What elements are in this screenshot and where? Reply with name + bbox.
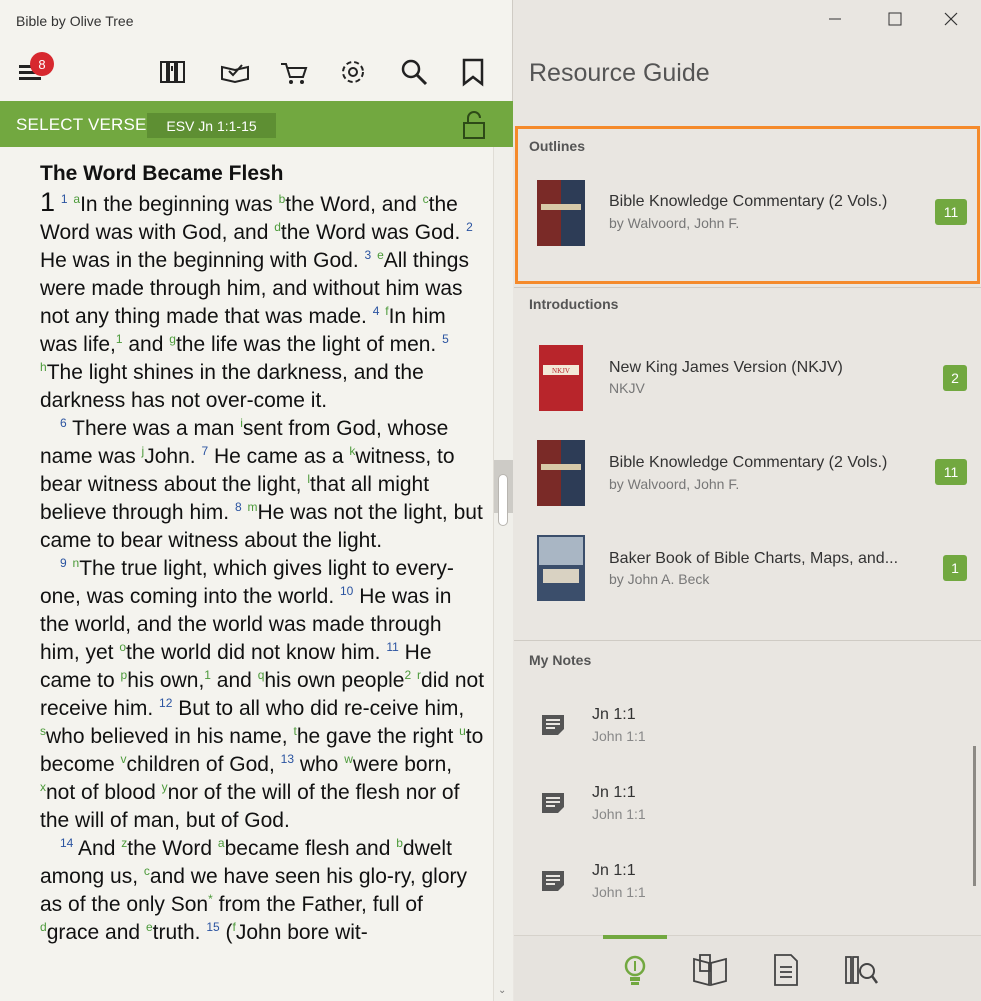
note-item[interactable]: Jn 1:1 John 1:1 [514,849,981,921]
select-verse-bar[interactable]: SELECT VERSE ESV Jn 1:1-15 [0,101,513,147]
library-search-icon [845,956,879,984]
resource-title: New King James Version (NKJV) [609,359,843,376]
search-button[interactable] [398,56,430,88]
resource-author: NKJV [609,380,645,396]
document-icon [774,954,798,986]
section-heading: The Word Became Flesh [40,162,284,185]
active-tab-indicator [603,935,667,939]
book-cover-bkc [537,440,585,506]
library-button[interactable] [157,56,189,88]
library-icon [160,61,185,83]
close-button[interactable] [940,8,962,30]
my-notes-header: My Notes [529,652,592,668]
open-book-icon [693,954,727,987]
note-reference: John 1:1 [592,728,646,744]
resource-guide-title: Resource Guide [529,59,710,87]
chapter-number: 1 [40,187,56,217]
count-badge: 1 [943,555,967,581]
introduction-item[interactable]: Bible Knowledge Commentary (2 Vols.) by … [514,431,981,511]
book-cover-nkjv: NKJV [539,345,583,411]
resource-scrollbar[interactable] [973,746,976,886]
note-item[interactable]: Jn 1:1 John 1:1 [514,771,981,843]
note-reference: John 1:1 [592,884,646,900]
lock-button[interactable] [460,110,488,140]
count-badge: 2 [943,365,967,391]
note-icon [542,793,564,813]
introduction-item[interactable]: NKJV New King James Version (NKJV) NKJV … [514,337,981,417]
bible-passage: 1 1 aIn the beginning was bthe Word, and… [40,187,485,944]
cart-icon [281,63,308,84]
outlines-header: Outlines [529,138,586,154]
reading-plan-icon [221,64,249,84]
bible-text[interactable]: The Word Became Flesh 1 1 aIn the beginn… [40,160,485,1001]
note-reference: John 1:1 [592,806,646,822]
bible-scrollbar[interactable]: ⌄ [493,147,513,1001]
search-icon [401,59,428,86]
tab-resource-guide[interactable] [615,950,655,990]
maximize-icon [888,12,902,26]
book-cover-baker [537,535,585,601]
introduction-item[interactable]: Baker Book of Bible Charts, Maps, and...… [514,528,981,608]
note-item[interactable]: Jn 1:1 John 1:1 [514,693,981,765]
minimize-button[interactable] [824,8,846,30]
settings-button[interactable] [337,56,369,88]
section-divider [514,287,981,288]
note-icon [542,715,564,735]
select-verse-label: SELECT VERSE [16,115,147,134]
notification-badge: 8 [30,52,54,76]
section-divider [514,640,981,641]
minimize-icon [829,18,841,20]
bible-pane: Bible by Olive Tree 8 SELECT VERSE ESV J… [0,0,513,1001]
resource-tabs [514,935,981,1001]
cover-label: NKJV [552,367,570,375]
book-cover-bkc [537,180,585,246]
resource-author: by Walvoord, John F. [609,215,740,231]
count-badge: 11 [935,459,967,485]
resource-title: Baker Book of Bible Charts, Maps, and... [609,550,899,567]
resource-author: by Walvoord, John F. [609,476,740,492]
gear-icon [342,61,364,83]
tab-notes[interactable] [766,950,806,990]
main-toolbar: 8 [0,42,513,101]
resource-title: Bible Knowledge Commentary (2 Vols.) [609,454,888,471]
note-title: Jn 1:1 [592,862,636,879]
app-title: Bible by Olive Tree [16,13,134,29]
outline-item[interactable]: Bible Knowledge Commentary (2 Vols.) by … [514,170,981,250]
close-icon [944,12,958,26]
lightbulb-icon [624,955,646,985]
unlock-icon [463,111,485,139]
count-badge: 11 [935,199,967,225]
maximize-button[interactable] [884,8,906,30]
note-title: Jn 1:1 [592,706,636,723]
tab-parallel-book[interactable] [690,950,730,990]
resource-guide-pane: Resource Guide Outlines Bible Knowledge … [514,0,981,1001]
verse-reference[interactable]: ESV Jn 1:1-15 [147,113,276,138]
bookmark-button[interactable] [457,56,489,88]
note-title: Jn 1:1 [592,784,636,801]
scroll-down-arrow[interactable]: ⌄ [498,985,506,996]
scroll-handle[interactable] [498,474,508,526]
bookmark-icon [462,58,484,87]
resource-author: by John A. Beck [609,571,710,587]
reading-plan-button[interactable] [219,56,251,88]
store-button[interactable] [278,56,310,88]
resource-title: Bible Knowledge Commentary (2 Vols.) [609,193,888,210]
tab-library-search[interactable] [841,950,881,990]
introductions-header: Introductions [529,296,619,312]
note-icon [542,871,564,891]
